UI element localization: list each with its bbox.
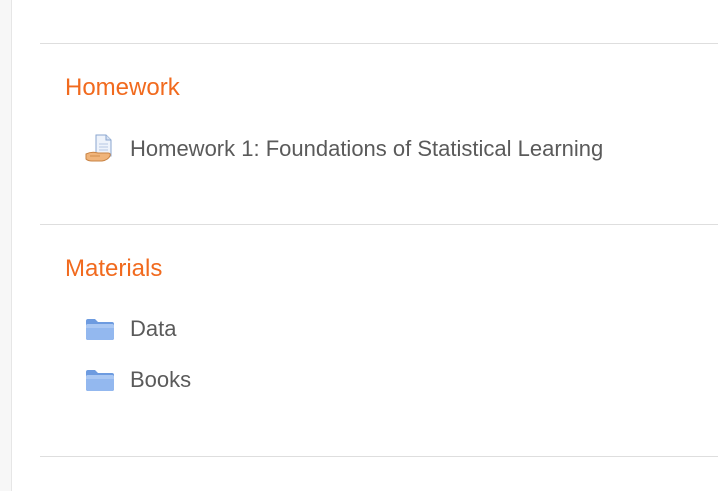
folder-books[interactable]: Books <box>84 365 191 395</box>
section-divider <box>40 224 718 225</box>
section-divider <box>40 43 718 44</box>
section-title-homework[interactable]: Homework <box>65 74 180 102</box>
section-title-materials[interactable]: Materials <box>65 255 162 283</box>
section-divider <box>40 456 718 457</box>
assignment-icon <box>84 134 116 164</box>
folder-label[interactable]: Books <box>130 367 191 393</box>
folder-label[interactable]: Data <box>130 316 176 342</box>
folder-icon <box>84 314 116 344</box>
folder-icon <box>84 365 116 395</box>
course-content: Homework Homework 1: Foundations of Stat… <box>11 0 718 491</box>
activity-label[interactable]: Homework 1: Foundations of Statistical L… <box>130 136 603 162</box>
folder-data[interactable]: Data <box>84 314 176 344</box>
activity-homework-1[interactable]: Homework 1: Foundations of Statistical L… <box>84 134 603 164</box>
